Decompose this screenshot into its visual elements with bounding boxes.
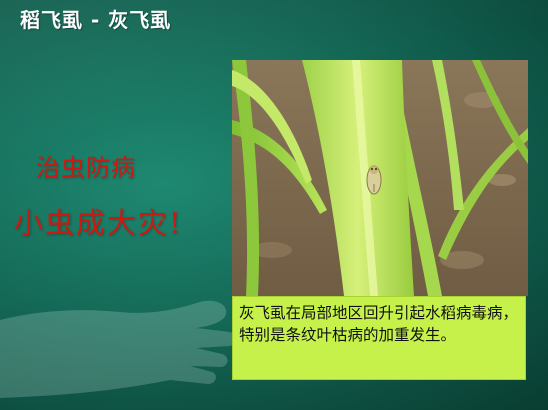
caption-box: 灰飞虱在局部地区回升引起水稻病毒病，特别是条纹叶枯病的加重发生。 — [232, 296, 526, 380]
slide-title: 稻飞虱 - 灰飞虱 — [20, 8, 172, 32]
caption-text: 灰飞虱在局部地区回升引起水稻病毒病，特别是条纹叶枯病的加重发生。 — [239, 304, 519, 344]
planthopper-photo — [232, 60, 528, 296]
decorative-hand-graphic — [0, 300, 236, 398]
slogan-pest-control: 治虫防病 — [36, 154, 136, 182]
slogan-warning: 小虫成大灾! — [14, 206, 183, 240]
